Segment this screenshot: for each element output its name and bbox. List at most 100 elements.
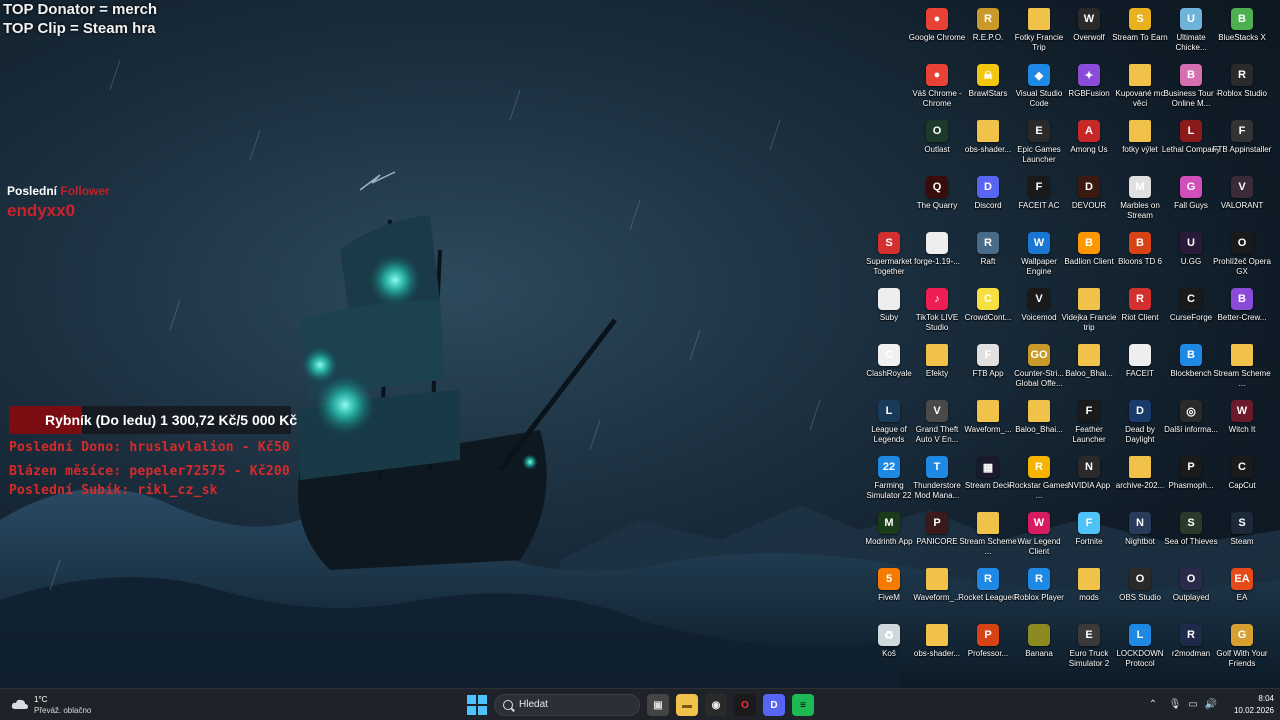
desktop-icon[interactable]: O Outplayed [1162, 564, 1220, 620]
desktop-icon[interactable]: FACEIT [1111, 340, 1169, 396]
volume-icon[interactable]: 🔊 [1204, 697, 1218, 711]
war-legend-icon: W [1028, 512, 1050, 534]
desktop-icon[interactable]: P Professor... [959, 620, 1017, 676]
chevron-up-icon[interactable]: ⌃ [1146, 697, 1160, 711]
desktop-icon[interactable]: ● Váš Chrome - Chrome [908, 60, 966, 116]
obs-taskbar-icon[interactable]: ◉ [705, 694, 727, 716]
folder-icon [1078, 344, 1100, 366]
desktop-icon[interactable]: Stream Scheme ... [1213, 340, 1271, 396]
search-input[interactable]: Hledat [494, 694, 640, 716]
opera-taskbar-icon[interactable]: O [734, 694, 756, 716]
desktop-icon[interactable]: R Riot Client [1111, 284, 1169, 340]
desktop-icon[interactable]: M Marbles on Stream [1111, 172, 1169, 228]
desktop-icon[interactable]: V Grand Theft Auto V En... [908, 396, 966, 452]
business-tour-icon: B [1180, 64, 1202, 86]
desktop-icon[interactable]: N NVIDIA App [1060, 452, 1118, 508]
desktop-icon[interactable]: C CrowdCont... [959, 284, 1017, 340]
desktop-icon[interactable]: F FTB Appinstaller [1213, 116, 1271, 172]
donation-goal-bar: Rybník (Do ledu) 1 300,72 Kč/5 000 Kč [9, 406, 297, 434]
desktop-icon[interactable]: W Overwolf [1060, 4, 1118, 60]
riot-client-icon: R [1129, 288, 1151, 310]
desktop-icon[interactable]: forge-1.19-... [908, 228, 966, 284]
windows-logo-tile [478, 706, 487, 715]
desktop-icon[interactable]: T Thunderstore Mod Mana... [908, 452, 966, 508]
clock-date[interactable]: 10.02.2026 [1224, 706, 1274, 715]
discord-icon: D [977, 176, 999, 198]
desktop-icon[interactable]: P Phasmoph... [1162, 452, 1220, 508]
curseforge-icon: C [1180, 288, 1202, 310]
league-icon: L [878, 400, 900, 422]
panicore-icon: P [926, 512, 948, 534]
desktop-icon[interactable]: B Bloons TD 6 [1111, 228, 1169, 284]
recycle-bin-icon: ♻ [878, 624, 900, 646]
desktop-icon[interactable]: B Better-Crew... [1213, 284, 1271, 340]
desktop-icon[interactable]: S Sea of Thieves [1162, 508, 1220, 564]
desktop-icon[interactable]: A Among Us [1060, 116, 1118, 172]
desktop-icon[interactable]: R Roblox Studio [1213, 60, 1271, 116]
desktop-icon[interactable]: O OBS Studio [1111, 564, 1169, 620]
desktop-icon[interactable]: C CurseForge [1162, 284, 1220, 340]
weather-widget[interactable]: 1°C Převáž. oblačno [8, 693, 118, 717]
desktop-icon[interactable]: EA EA [1213, 564, 1271, 620]
spotify-taskbar-icon[interactable]: ≡ [792, 694, 814, 716]
desktop-icon[interactable]: R Rocket League® [958, 564, 1018, 620]
desktop-icon[interactable]: obs-shader... [908, 620, 966, 676]
windows-logo-tile [478, 695, 487, 704]
microphone-icon[interactable]: 🎙 [1168, 697, 1182, 711]
golf-icon: G [1231, 624, 1253, 646]
last-sub-text: Poslední Subík: rikl_cz_sk [9, 483, 218, 498]
chrome-icon: ● [926, 8, 948, 30]
desktop-icon[interactable]: ◎ Další informa... [1162, 396, 1220, 452]
desktop-icon-label: FTB Appinstaller [1212, 145, 1272, 154]
desktop-icon[interactable]: Efekty [908, 340, 966, 396]
desktop-icon[interactable]: archive-202... [1111, 452, 1169, 508]
devour-icon: D [1078, 176, 1100, 198]
desktop-icon[interactable]: D Discord [959, 172, 1017, 228]
desktop-icon[interactable]: B Badlion Client [1060, 228, 1118, 284]
desktop-icon[interactable]: Waveform_... [908, 564, 966, 620]
fortnite-icon: F [1078, 512, 1100, 534]
capcut-icon: C [1231, 456, 1253, 478]
folder-icon [1028, 400, 1050, 422]
desktop-icon[interactable]: C CapCut [1213, 452, 1271, 508]
task-view-icon[interactable]: ▣ [647, 694, 669, 716]
desktop-icon[interactable]: ● Google Chrome [908, 4, 966, 60]
clock-time[interactable]: 8:04 [1234, 694, 1274, 703]
desktop-icon[interactable]: G Fall Guys [1162, 172, 1220, 228]
desktop-icon[interactable]: B Business Tour - Online M... [1162, 60, 1220, 116]
file-explorer-icon[interactable]: ▬ [676, 694, 698, 716]
faceit-ac-icon: F [1028, 176, 1050, 198]
desktop-icon[interactable]: B BlueStacks X [1213, 4, 1271, 60]
desktop-icon[interactable]: N Nightbot [1111, 508, 1169, 564]
desktop-icon[interactable]: Waveform_... [959, 396, 1017, 452]
desktop-icon[interactable]: D Dead by Daylight [1111, 396, 1169, 452]
desktop-icon[interactable]: mods [1060, 564, 1118, 620]
desktop-icon[interactable]: ♪ TikTok LIVE Studio [908, 284, 966, 340]
desktop-icon[interactable]: V VALORANT [1213, 172, 1271, 228]
desktop-icon[interactable]: O Outlast [908, 116, 966, 172]
desktop-icon[interactable]: G Golf With Your Friends [1213, 620, 1271, 676]
chrome-icon: ● [926, 64, 948, 86]
desktop-icon[interactable]: O Prohlížeč Opera GX [1213, 228, 1271, 284]
desktop-icon[interactable]: Q The Quarry [908, 172, 966, 228]
desktop-icon[interactable]: W Witch It [1213, 396, 1271, 452]
epic-games-icon: E [1028, 120, 1050, 142]
start-button[interactable] [466, 694, 488, 716]
stream-to-earn-icon: S [1129, 8, 1151, 30]
weather-temperature: 1°C [34, 695, 48, 704]
desktop-icon[interactable]: L LOCKDOWN Protocol [1111, 620, 1169, 676]
desktop-icon[interactable]: Videjka Francie trip [1060, 284, 1118, 340]
desktop-icon[interactable]: L Lethal Company [1162, 116, 1220, 172]
discord-taskbar-icon[interactable]: D [763, 694, 785, 716]
info-icon: ◎ [1180, 400, 1202, 422]
weather-description: Převáž. oblačno [34, 706, 92, 715]
desktop-icon[interactable]: fotky výlet [1111, 116, 1169, 172]
desktop-icon[interactable]: U Ultimate Chicke... [1162, 4, 1220, 60]
desktop-icon[interactable]: Baloo_Bhai... [1060, 340, 1118, 396]
feather-icon: F [1078, 400, 1100, 422]
desktop-icon[interactable]: F Fortnite [1060, 508, 1118, 564]
folder-icon [977, 400, 999, 422]
display-icon[interactable]: ▭ [1186, 697, 1200, 711]
desktop-icon[interactable]: S Steam [1213, 508, 1271, 564]
desktop-icon-label: Golf With Your Friends [1216, 649, 1268, 668]
